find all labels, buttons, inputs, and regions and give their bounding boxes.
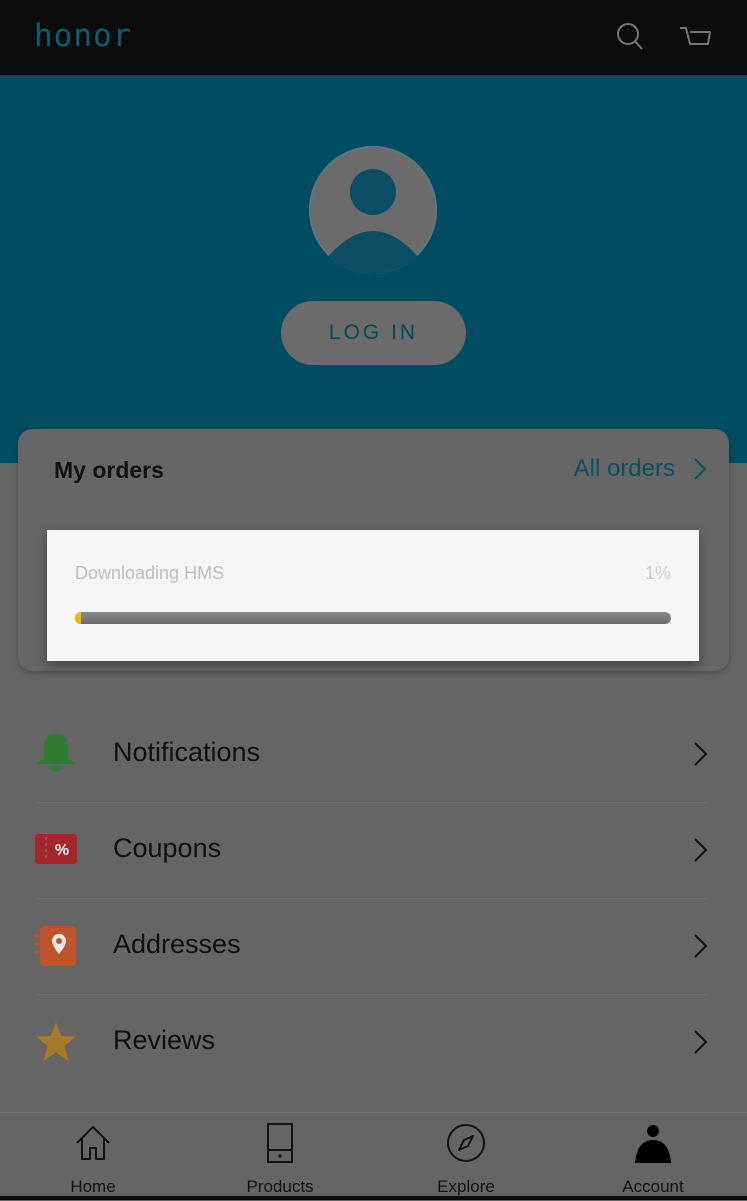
menu-item-reviews[interactable]: Reviews [0,995,747,1091]
user-avatar-icon[interactable] [309,146,437,274]
home-icon [76,1126,110,1160]
nav-label: Products [246,1177,314,1196]
nav-label: Explore [437,1177,495,1196]
menu-item-label: Notifications [113,737,261,767]
address-book-icon [34,926,76,966]
login-button[interactable]: LOG IN [281,301,466,365]
system-nav-edge [0,1196,747,1200]
nav-home[interactable]: Home [33,1113,153,1201]
orders-title: My orders [54,457,164,483]
all-orders-label: All orders [573,455,675,482]
account-menu: Notifications % Coupons Addresses Review… [0,707,747,1091]
cart-icon[interactable] [678,20,712,54]
bottom-nav: Home Products Explore Account [0,1112,747,1201]
star-icon [36,1022,76,1061]
nav-explore[interactable]: Explore [406,1113,526,1201]
coupon-icon: % [35,834,77,864]
nav-label: Account [622,1177,684,1196]
nav-account[interactable]: Account [593,1113,713,1201]
search-icon[interactable] [613,20,647,54]
download-percent: 1% [644,563,671,583]
menu-item-label: Reviews [113,1025,216,1055]
bell-icon [36,734,76,772]
download-label: Downloading HMS [75,563,225,583]
all-orders-link[interactable]: All orders [574,455,707,483]
compass-icon [447,1124,485,1162]
chevron-right-icon [694,742,708,766]
menu-item-addresses[interactable]: Addresses [0,899,747,995]
menu-item-label: Addresses [113,929,241,959]
download-progress-fill [75,612,81,624]
menu-item-coupons[interactable]: % Coupons [0,803,747,899]
top-bar: honor [0,0,747,75]
chevron-right-icon [694,458,707,480]
account-icon [635,1125,671,1163]
chevron-right-icon [694,838,708,862]
phone-icon [267,1123,293,1163]
menu-item-notifications[interactable]: Notifications [0,707,747,803]
download-progress-dialog: Downloading HMS 1% [47,530,699,661]
chevron-right-icon [694,934,708,958]
download-progress-bar [75,612,671,624]
menu-item-label: Coupons [113,833,222,863]
chevron-right-icon [694,1030,708,1054]
honor-logo[interactable]: honor [34,18,132,54]
nav-label: Home [70,1177,116,1196]
nav-products[interactable]: Products [220,1113,340,1201]
svg-text:%: % [55,842,69,859]
